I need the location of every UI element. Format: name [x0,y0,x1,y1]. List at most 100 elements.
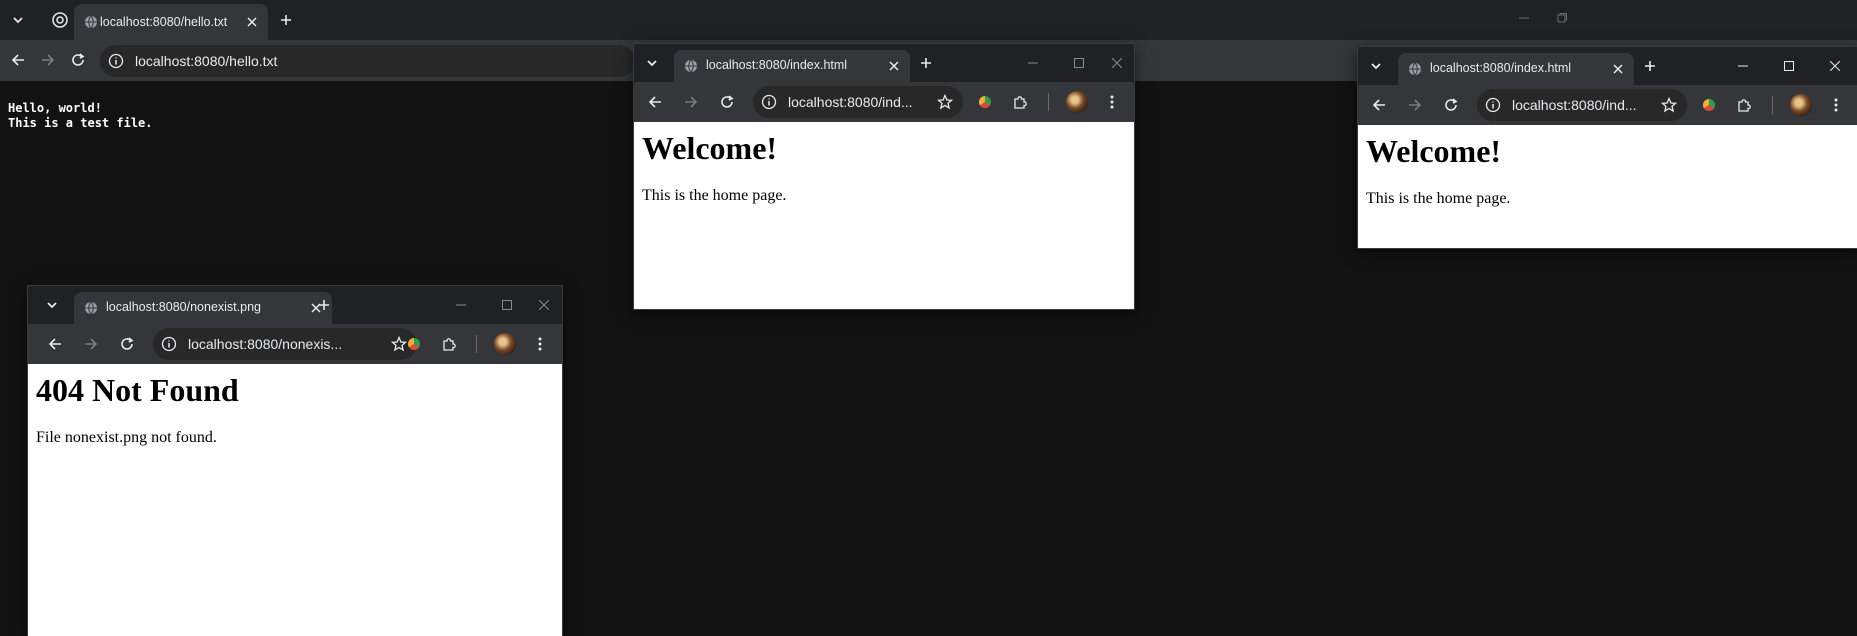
reload-button[interactable] [64,46,92,74]
restore-icon [1557,13,1567,23]
three-dots-icon [1834,98,1838,112]
arrow-left-icon [648,96,661,108]
close-window-button[interactable] [1102,48,1132,78]
tab-title: localhost:8080/index.html [1430,61,1572,75]
menu-button[interactable] [526,330,554,358]
page-heading: 404 Not Found [36,372,239,408]
plus-icon [921,58,931,68]
tab-strip: localhost:8080/nonexist.png [28,286,562,324]
puzzle-icon [1738,99,1751,112]
three-dots-icon [538,337,542,351]
page-heading: Welcome! [642,130,778,166]
chevron-down-icon [47,302,57,309]
info-icon [108,53,124,69]
forward-button[interactable] [77,330,105,358]
arrow-left-icon [48,338,61,350]
address-bar[interactable]: localhost:8080/hello.txt [100,45,635,77]
toolbar-divider [476,335,477,353]
profile-avatar[interactable] [1790,94,1812,116]
tab-strip: localhost:8080/index.html [1358,47,1857,85]
address-bar-url: localhost:8080/ind... [788,94,913,110]
tab-close-button[interactable] [884,56,904,76]
menu-button[interactable] [1822,91,1850,119]
forward-button[interactable] [1401,91,1429,119]
tab-close-button[interactable] [1608,59,1628,79]
profile-avatar[interactable] [494,333,516,355]
forward-button[interactable] [677,88,705,116]
puzzle-icon [443,338,456,351]
extensions-button[interactable] [1731,91,1759,119]
star-icon[interactable] [937,94,953,110]
close-window-button[interactable] [1820,51,1850,81]
tab-index-html[interactable]: localhost:8080/index.html [674,50,910,82]
arrow-right-icon [42,54,55,66]
star-icon[interactable] [391,336,407,352]
tab-search-button[interactable] [638,49,666,77]
extension-icon[interactable] [1703,99,1715,111]
forward-button[interactable] [34,46,62,74]
maximize-button[interactable] [1774,51,1804,81]
extensions-button[interactable] [436,330,464,358]
tab-search-button[interactable] [1362,52,1390,80]
star-icon[interactable] [1661,97,1677,113]
tab-title: localhost:8080/nonexist.png [106,300,261,314]
new-tab-button[interactable] [310,291,338,319]
tab-nonexist-png[interactable]: localhost:8080/nonexist.png [74,292,332,324]
reload-icon [72,53,85,66]
close-icon [1112,58,1122,68]
page-paragraph: File nonexist.png not found. [36,429,217,446]
extension-icon[interactable] [979,96,991,108]
restore-button[interactable] [1548,4,1576,32]
maximize-button[interactable] [492,290,522,320]
new-tab-button[interactable] [272,6,300,34]
reload-button[interactable] [1437,91,1465,119]
minimize-icon [1519,17,1529,19]
tab-strip: localhost:8080/index.html [634,44,1134,82]
globe-icon [685,59,697,73]
minimize-icon [1028,62,1038,64]
browser-window-404: localhost:8080/nonexist.png localhost:80… [28,286,562,636]
extension-icon[interactable] [408,338,420,350]
maximize-button[interactable] [1064,48,1094,78]
reload-button[interactable] [713,88,741,116]
menu-button[interactable] [1098,88,1126,116]
address-bar[interactable]: localhost:8080/ind... [753,86,963,118]
reload-icon [721,95,734,108]
profile-avatar[interactable] [1066,91,1088,113]
arrow-left-icon [1372,99,1385,111]
back-button[interactable] [41,330,69,358]
tab-close-button[interactable] [242,12,262,32]
plus-icon [281,15,291,25]
minimize-button[interactable] [1728,51,1758,81]
minimize-button[interactable] [1510,4,1538,32]
address-bar-url: localhost:8080/nonexis... [188,336,343,352]
maximize-icon [1784,61,1794,71]
address-bar[interactable]: localhost:8080/ind... [1477,89,1687,121]
pinned-tab-chrome[interactable] [46,6,74,34]
tab-search-button[interactable] [4,6,32,34]
extensions-button[interactable] [1007,88,1035,116]
minimize-button[interactable] [1018,48,1048,78]
chevron-down-icon [647,60,657,67]
close-window-button[interactable] [529,290,559,320]
globe-icon [85,15,97,29]
back-button[interactable] [1365,91,1393,119]
reload-button[interactable] [113,330,141,358]
tab-hello-txt[interactable]: localhost:8080/hello.txt [74,4,268,40]
reload-icon [1445,98,1458,111]
back-button[interactable] [641,88,669,116]
tab-index-html[interactable]: localhost:8080/index.html [1398,53,1634,85]
tab-search-button[interactable] [38,291,66,319]
text-line: Hello, world! [8,101,102,115]
toolbar: localhost:8080/ind... [634,82,1134,122]
text-file-body: Hello, world! This is a test file. [8,101,153,131]
new-tab-button[interactable] [912,49,940,77]
new-tab-button[interactable] [1636,52,1664,80]
globe-icon [85,301,97,315]
address-bar[interactable]: localhost:8080/nonexis... [153,328,417,360]
close-icon [1613,64,1623,74]
text-line: This is a test file. [8,116,153,130]
back-button[interactable] [4,46,32,74]
minimize-button[interactable] [446,290,476,320]
plus-icon [319,300,329,310]
